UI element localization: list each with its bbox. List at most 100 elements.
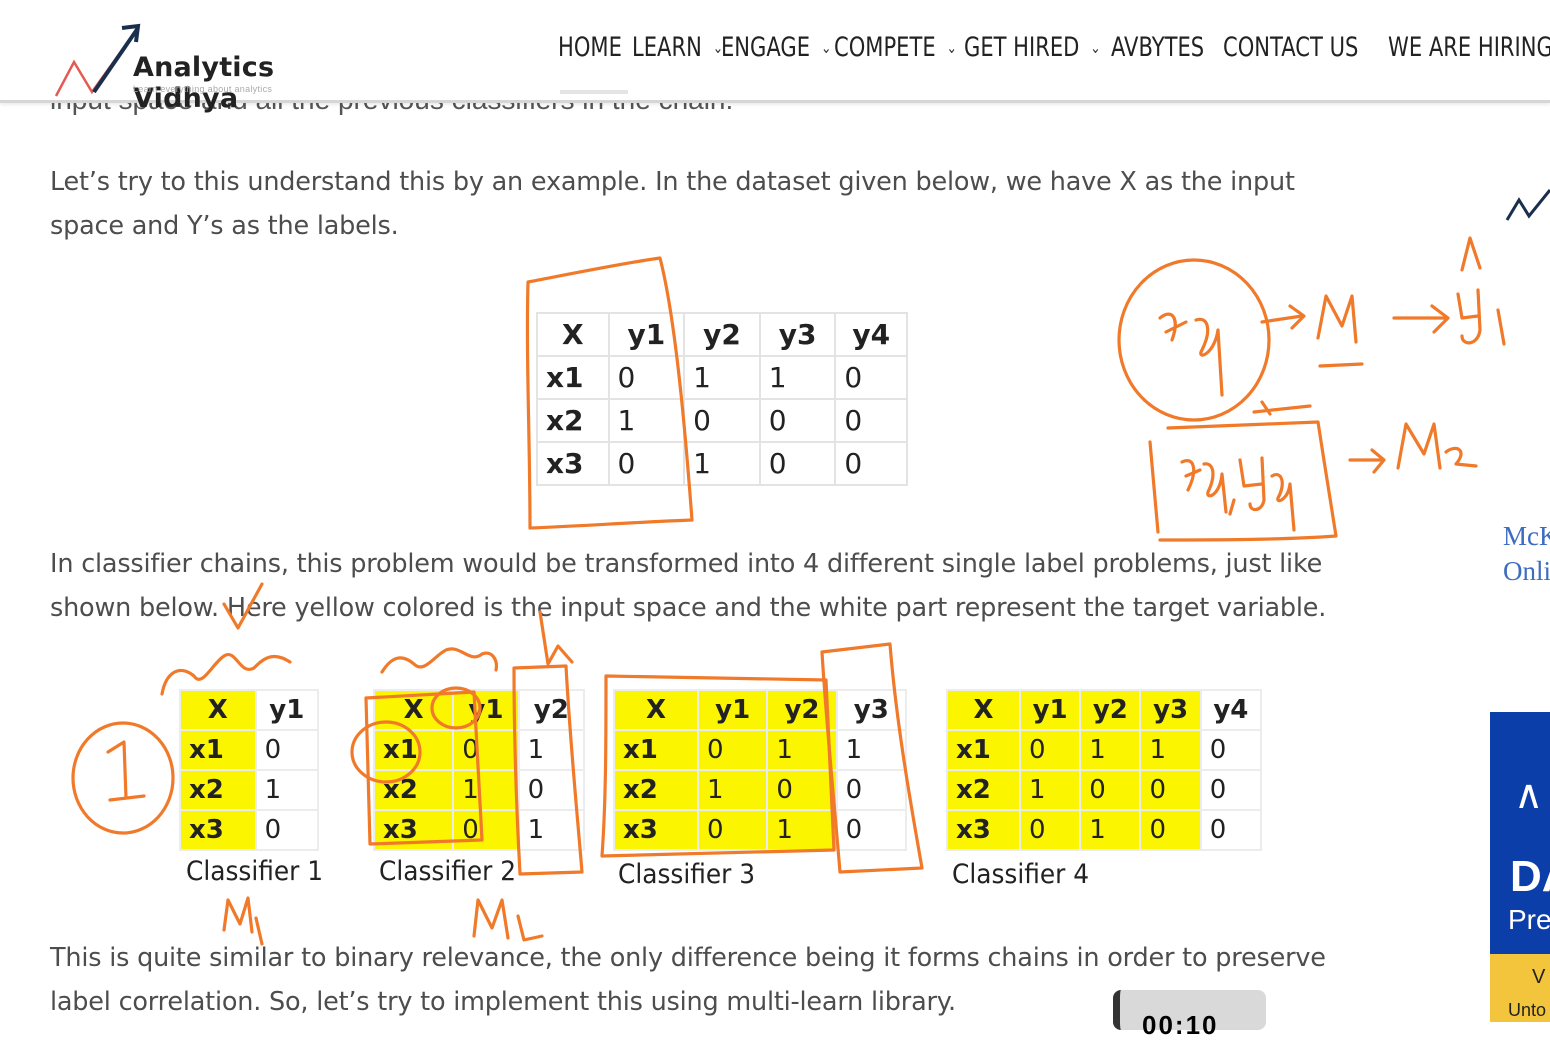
table-cell: 1 [1079, 729, 1142, 771]
table-cell: 1 [758, 355, 837, 400]
column-header: X [179, 689, 257, 731]
logo-name: Analytics Vidhya [133, 52, 275, 114]
table-cell: 1 [1079, 809, 1142, 851]
table-cell: 0 [758, 441, 837, 486]
table-cell: 1 [683, 441, 761, 486]
nav-label: LEARN [631, 32, 702, 63]
column-header: y1 [452, 689, 520, 731]
classifier-4-table: X y1 y2 y3 y4 x1 0 1 1 0 x2 1 0 0 0 x3 0 1 0 0 [946, 689, 1263, 851]
table-header-row: X y1 y2 y3 y4 [946, 689, 1263, 731]
column-header: y4 [1199, 689, 1263, 731]
text-line: This is quite similar to binary relevanc… [50, 943, 1326, 973]
column-header: y2 [683, 312, 761, 357]
chevron-down-icon: ⌄ [1090, 38, 1101, 57]
table-row: x2 1 0 0 0 [946, 769, 1263, 811]
column-header: y1 [696, 689, 769, 731]
row-label: x2 [946, 769, 1021, 811]
table-cell: 0 [607, 355, 686, 400]
nav-compete[interactable]: COMPETE ⌄ [834, 32, 962, 63]
table-row: x1 0 1 1 0 [536, 355, 908, 400]
table-cell: 0 [683, 398, 761, 443]
row-label: x3 [179, 809, 257, 851]
table-cell: 0 [1199, 769, 1263, 811]
sidebar-link[interactable]: McK [1503, 521, 1550, 552]
nav-label: ENGAGE [720, 32, 810, 63]
site-header: Analytics Vidhya Learn everything about … [0, 0, 1550, 114]
nav-get-hired[interactable]: GET HIRED ⌄ [964, 32, 1105, 63]
table-cell: 1 [517, 729, 586, 771]
text-line: In classifier chains, this problem would… [50, 549, 1323, 579]
table-row: x3 0 1 0 0 [536, 441, 908, 486]
table-row: x3 0 1 0 0 [946, 809, 1263, 851]
column-header: y1 [1018, 689, 1082, 731]
table-cell: 0 [254, 729, 320, 771]
ad-subtitle: Pre [1508, 904, 1550, 935]
table-cell: 0 [766, 769, 838, 811]
column-header: y2 [766, 689, 838, 731]
nav-avbytes[interactable]: AVBYTES [1111, 32, 1224, 63]
nav-home[interactable]: HOME [558, 32, 642, 63]
row-label: x3 [613, 809, 699, 851]
row-label: x1 [613, 729, 699, 771]
column-header: X [946, 689, 1021, 731]
nav-learn[interactable]: LEARN ⌄ [632, 32, 728, 63]
table-row: x2 1 0 [372, 769, 586, 811]
caret-up-icon: ∧ [1514, 773, 1544, 817]
logo-tagline: Learn everything about analytics [133, 84, 273, 94]
nav-label: WE ARE HIRING [1388, 32, 1550, 63]
column-header: X [372, 689, 455, 731]
sidebar-link[interactable]: Onli [1503, 556, 1550, 587]
table-cell: 1 [254, 769, 320, 811]
table-cell: 1 [835, 729, 908, 771]
site-logo[interactable]: Analytics Vidhya Learn everything about … [50, 20, 380, 114]
nav-label: GET HIRED [964, 32, 1080, 63]
column-header: y1 [607, 312, 686, 357]
table-cell: 0 [835, 809, 908, 851]
sidebar-ad-banner[interactable]: ∧ DA Pre V Unto [1490, 712, 1550, 1022]
row-label: x3 [372, 809, 455, 851]
row-label: x1 [372, 729, 455, 771]
table-cell: 0 [835, 769, 908, 811]
text-line: space and Y’s as the labels. [50, 211, 399, 241]
classifier-4-caption: Classifier 4 [952, 859, 1090, 890]
table-cell: 0 [1199, 809, 1263, 851]
table-cell: 0 [1139, 809, 1202, 851]
sidebar-logo-icon [1505, 189, 1550, 221]
chevron-down-icon: ⌄ [820, 38, 832, 57]
nav-label: AVBYTES [1111, 32, 1205, 63]
column-header: y2 [1079, 689, 1142, 731]
ad-band: V Unto [1490, 954, 1550, 1022]
table-cell: 1 [766, 809, 838, 851]
nav-we-are-hiring[interactable]: WE ARE HIRING [1388, 32, 1550, 63]
table-cell: 1 [1139, 729, 1202, 771]
table-row: x3 0 1 [372, 809, 586, 851]
column-header: y3 [1139, 689, 1202, 731]
column-header: y3 [835, 689, 908, 731]
ad-title: DA [1510, 852, 1550, 901]
table-cell: 1 [607, 398, 686, 443]
table-cell: 0 [607, 441, 686, 486]
classifier-1-table: X y1 x1 0 x2 1 x3 0 [179, 689, 320, 851]
classifier-1-caption: Classifier 1 [186, 856, 324, 887]
row-label: x1 [946, 729, 1021, 771]
table-cell: 0 [696, 809, 769, 851]
table-cell: 0 [1139, 769, 1202, 811]
nav-label: HOME [558, 32, 622, 63]
table-cell: 0 [758, 398, 837, 443]
table-header-row: X y1 [179, 689, 320, 731]
row-label: x1 [179, 729, 257, 771]
table-row: x2 1 0 0 0 [536, 398, 908, 443]
table-cell: 0 [834, 441, 908, 486]
text-line: shown below. Here yellow colored is the … [50, 593, 1327, 623]
row-label: x1 [536, 355, 610, 400]
nav-engage[interactable]: ENGAGE ⌄ [721, 32, 836, 63]
table-cell: 1 [696, 769, 769, 811]
classifier-2-caption: Classifier 2 [379, 856, 517, 887]
row-label: x2 [536, 398, 610, 443]
table-row: x1 0 1 [372, 729, 586, 771]
nav-contact-us[interactable]: CONTACT US [1223, 32, 1379, 63]
table-row: x3 0 1 0 [613, 809, 908, 851]
column-header: y1 [254, 689, 320, 731]
dataset-table: X y1 y2 y3 y4 x1 0 1 1 0 x2 1 0 0 0 x3 0… [536, 312, 908, 486]
paragraph-intro: Let’s try to this understand this by an … [50, 160, 1410, 248]
